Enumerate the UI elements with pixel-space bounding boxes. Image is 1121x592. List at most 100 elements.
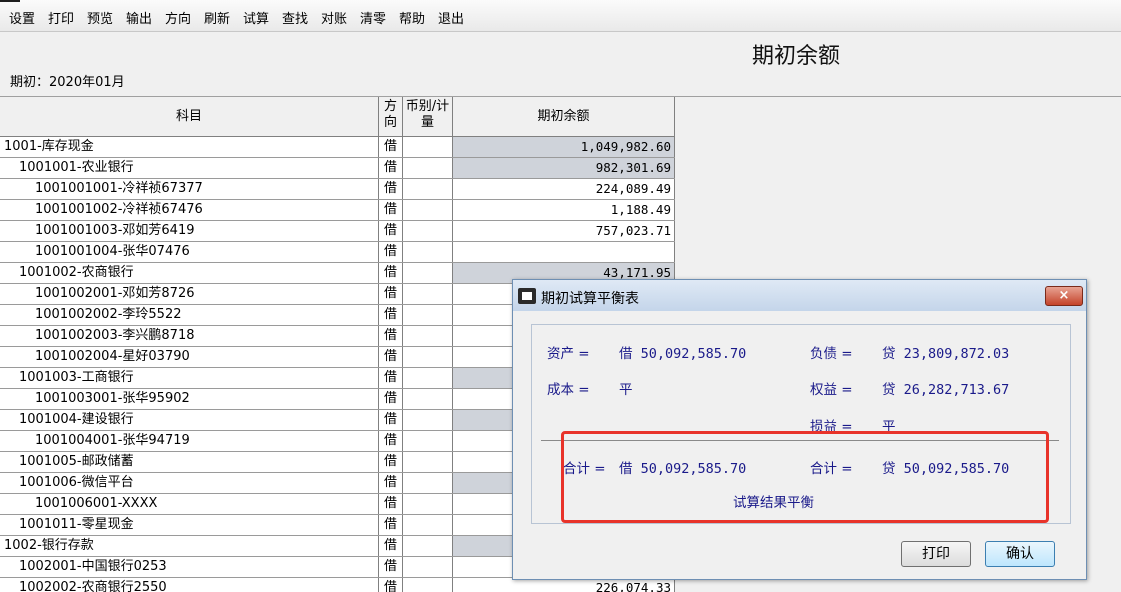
direction-cell[interactable]: 借 xyxy=(379,221,403,241)
subject-cell[interactable]: 1001003-工商银行 xyxy=(0,368,379,388)
amount-cell[interactable]: 982,301.69 xyxy=(453,158,675,178)
currency-cell[interactable] xyxy=(403,137,453,157)
currency-cell[interactable] xyxy=(403,305,453,325)
currency-cell[interactable] xyxy=(403,431,453,451)
table-row[interactable]: 1001-库存现金借 1,049,982.60 xyxy=(0,137,675,158)
table-row[interactable]: 1001001003-邓如芳6419 借 757,023.71 xyxy=(0,221,675,242)
direction-cell[interactable]: 借 xyxy=(379,410,403,430)
amount-cell[interactable]: 757,023.71 xyxy=(453,221,675,241)
column-header-currency[interactable]: 币别/计量 xyxy=(403,97,453,136)
help-button[interactable]: 帮助 xyxy=(394,8,430,30)
currency-cell[interactable] xyxy=(403,494,453,514)
subject-cell[interactable]: 1001002002-李玲5522 xyxy=(0,305,379,325)
subject-cell[interactable]: 1001001-农业银行 xyxy=(0,158,379,178)
currency-cell[interactable] xyxy=(403,452,453,472)
subject-cell[interactable]: 1001003001-张华95902 xyxy=(0,389,379,409)
currency-cell[interactable] xyxy=(403,326,453,346)
currency-cell[interactable] xyxy=(403,347,453,367)
column-header-amount[interactable]: 期初余额 xyxy=(453,97,675,136)
direction-cell[interactable]: 借 xyxy=(379,368,403,388)
direction-cell[interactable]: 借 xyxy=(379,326,403,346)
currency-cell[interactable] xyxy=(403,263,453,283)
confirm-button[interactable]: 确认 xyxy=(985,541,1055,567)
direction-cell[interactable]: 借 xyxy=(379,200,403,220)
subject-cell[interactable]: 1001001003-邓如芳6419 xyxy=(0,221,379,241)
currency-cell[interactable] xyxy=(403,158,453,178)
dialog-titlebar[interactable]: 期初试算平衡表 × xyxy=(513,280,1086,311)
column-header-direction[interactable]: 方向 xyxy=(379,97,403,136)
direction-cell[interactable]: 借 xyxy=(379,242,403,262)
direction-cell[interactable]: 借 xyxy=(379,284,403,304)
column-header-subject[interactable]: 科目 xyxy=(0,97,379,136)
amount-cell[interactable]: 224,089.49 xyxy=(453,179,675,199)
currency-cell[interactable] xyxy=(403,557,453,577)
subject-cell[interactable]: 1001011-零星现金 xyxy=(0,515,379,535)
currency-cell[interactable] xyxy=(403,389,453,409)
close-icon[interactable]: × xyxy=(1045,286,1083,306)
export-button[interactable]: 输出 xyxy=(121,8,157,30)
direction-cell[interactable]: 借 xyxy=(379,305,403,325)
subject-cell[interactable]: 1001002003-李兴鹏8718 xyxy=(0,326,379,346)
table-row[interactable]: 1002002-农商银行2550 借 226,074.33 xyxy=(0,578,675,592)
trial-balance-button[interactable]: 试算 xyxy=(238,8,274,30)
exit-button[interactable]: 退出 xyxy=(433,8,469,30)
subject-cell[interactable]: 1001004001-张华94719 xyxy=(0,431,379,451)
subject-cell[interactable]: 1001006001-XXXX xyxy=(0,494,379,514)
subject-cell[interactable]: 1001006-微信平台 xyxy=(0,473,379,493)
table-row[interactable]: 1001001002-冷祥祯67476 借 1,188.49 xyxy=(0,200,675,221)
amount-cell[interactable]: 1,188.49 xyxy=(453,200,675,220)
subject-cell[interactable]: 1001002004-星好03790 xyxy=(0,347,379,367)
currency-cell[interactable] xyxy=(403,368,453,388)
currency-cell[interactable] xyxy=(403,179,453,199)
direction-cell[interactable]: 借 xyxy=(379,473,403,493)
direction-cell[interactable]: 借 xyxy=(379,137,403,157)
subject-cell[interactable]: 1001002001-邓如芳8726 xyxy=(0,284,379,304)
direction-cell[interactable]: 借 xyxy=(379,179,403,199)
direction-cell[interactable]: 借 xyxy=(379,515,403,535)
subject-cell[interactable]: 1001004-建设银行 xyxy=(0,410,379,430)
print-dialog-button[interactable]: 打印 xyxy=(901,541,971,567)
table-row[interactable]: 1001001004-张华07476 借 xyxy=(0,242,675,263)
currency-cell[interactable] xyxy=(403,536,453,556)
currency-cell[interactable] xyxy=(403,578,453,592)
direction-cell[interactable]: 借 xyxy=(379,347,403,367)
subject-cell[interactable]: 1001002-农商银行 xyxy=(0,263,379,283)
subject-cell[interactable]: 1001001001-冷祥祯67377 xyxy=(0,179,379,199)
table-row[interactable]: 1001001-农业银行借 982,301.69 xyxy=(0,158,675,179)
find-button[interactable]: 查找 xyxy=(277,8,313,30)
settings-button[interactable]: 设置 xyxy=(4,8,40,30)
direction-cell[interactable]: 借 xyxy=(379,431,403,451)
currency-cell[interactable] xyxy=(403,200,453,220)
table-row[interactable]: 1001001001-冷祥祯67377 借 224,089.49 xyxy=(0,179,675,200)
direction-cell[interactable]: 借 xyxy=(379,578,403,592)
print-button[interactable]: 打印 xyxy=(43,8,79,30)
currency-cell[interactable] xyxy=(403,515,453,535)
direction-cell[interactable]: 借 xyxy=(379,494,403,514)
subject-cell[interactable]: 1001001004-张华07476 xyxy=(0,242,379,262)
currency-cell[interactable] xyxy=(403,284,453,304)
refresh-button[interactable]: 刷新 xyxy=(199,8,235,30)
currency-cell[interactable] xyxy=(403,410,453,430)
reconcile-button[interactable]: 对账 xyxy=(316,8,352,30)
direction-cell[interactable]: 借 xyxy=(379,536,403,556)
currency-cell[interactable] xyxy=(403,473,453,493)
amount-cell[interactable]: 226,074.33 xyxy=(453,578,675,592)
subject-cell[interactable]: 1001-库存现金 xyxy=(0,137,379,157)
subject-cell[interactable]: 1002001-中国银行0253 xyxy=(0,557,379,577)
preview-button[interactable]: 预览 xyxy=(82,8,118,30)
amount-cell[interactable] xyxy=(453,242,675,262)
subject-cell[interactable]: 1001005-邮政储蓄 xyxy=(0,452,379,472)
direction-cell[interactable]: 借 xyxy=(379,389,403,409)
currency-cell[interactable] xyxy=(403,221,453,241)
direction-cell[interactable]: 借 xyxy=(379,158,403,178)
direction-cell[interactable]: 借 xyxy=(379,452,403,472)
amount-cell[interactable]: 1,049,982.60 xyxy=(453,137,675,157)
subject-cell[interactable]: 1002002-农商银行2550 xyxy=(0,578,379,592)
direction-cell[interactable]: 借 xyxy=(379,557,403,577)
subject-cell[interactable]: 1001001002-冷祥祯67476 xyxy=(0,200,379,220)
currency-cell[interactable] xyxy=(403,242,453,262)
clear-button[interactable]: 清零 xyxy=(355,8,391,30)
orientation-button[interactable]: 方向 xyxy=(160,8,196,30)
direction-cell[interactable]: 借 xyxy=(379,263,403,283)
subject-cell[interactable]: 1002-银行存款 xyxy=(0,536,379,556)
